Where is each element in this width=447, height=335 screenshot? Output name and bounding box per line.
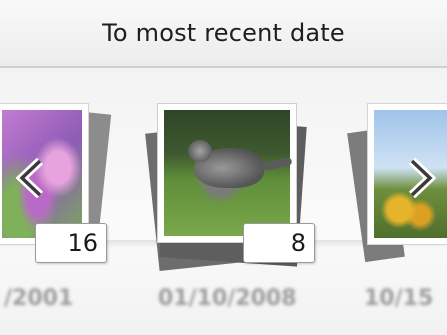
cat-tail	[261, 156, 293, 172]
chevron-right-icon	[408, 157, 436, 199]
photo-count-current: 8	[243, 223, 315, 263]
photo-count-previous: 16	[35, 223, 107, 263]
cat-photo	[164, 110, 293, 236]
photo-carousel: 16 8 /2001 01/10/2008 10/15	[0, 68, 447, 335]
previous-button[interactable]	[14, 156, 48, 200]
next-button[interactable]	[404, 156, 438, 200]
screen-title: To most recent date	[102, 19, 345, 47]
photo-date-previous: /2001	[4, 286, 74, 311]
chevron-left-icon	[16, 157, 44, 199]
photo-date-current: 01/10/2008	[158, 286, 297, 311]
cat-head	[188, 140, 212, 162]
screen-header: To most recent date	[0, 0, 447, 68]
photo-thumbnail-current[interactable]	[158, 104, 296, 242]
photo-date-next: 10/15	[364, 286, 434, 311]
